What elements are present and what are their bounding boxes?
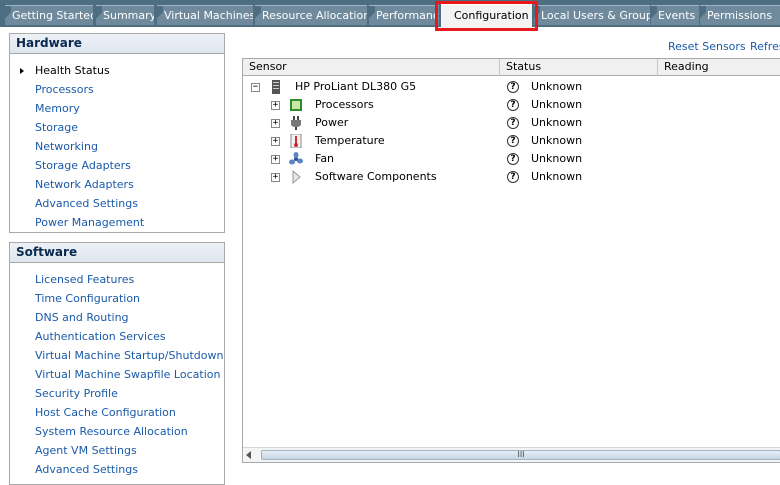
horizontal-scrollbar[interactable]: III [243, 447, 780, 462]
expand-icon[interactable]: + [271, 173, 280, 182]
software-item-time-configuration[interactable]: Time Configuration [35, 289, 224, 308]
sensor-row-processors[interactable]: + Processors ? Unknown [243, 96, 780, 114]
column-header-sensor[interactable]: Sensor [243, 59, 500, 76]
software-item-advanced-settings[interactable]: Advanced Settings [35, 460, 224, 479]
hardware-panel: Hardware Health Status Processors Memory… [9, 33, 225, 233]
expand-icon[interactable]: + [271, 155, 280, 164]
unknown-status-icon: ? [507, 171, 519, 183]
hardware-item-advanced-settings[interactable]: Advanced Settings [35, 194, 224, 213]
hardware-item-label: Health Status [35, 64, 110, 77]
tab-label: Getting Started [12, 9, 93, 22]
unknown-status-icon: ? [507, 81, 519, 93]
fan-icon [289, 152, 303, 166]
sensor-label: Fan [315, 152, 335, 165]
tab-label: Events [658, 9, 696, 22]
tab-performance[interactable]: Performance [369, 5, 439, 25]
sensor-status: Unknown [531, 98, 583, 111]
server-icon [269, 80, 283, 94]
tab-virtual-machines[interactable]: Virtual Machines [157, 5, 253, 25]
sensor-row-software-components[interactable]: + Software Components ? Unknown [243, 168, 780, 186]
sensor-label: Processors [315, 98, 374, 111]
expand-icon[interactable]: + [271, 101, 280, 110]
hardware-item-processors[interactable]: Processors [35, 80, 224, 99]
tab-resource-allocation[interactable]: Resource Allocation [255, 5, 367, 25]
sensor-label: Software Components [315, 170, 437, 183]
software-item-security-profile[interactable]: Security Profile [35, 384, 224, 403]
unknown-status-icon: ? [507, 99, 519, 111]
tab-local-users-groups[interactable]: Local Users & Groups [534, 5, 650, 25]
sensor-status: Unknown [531, 152, 583, 165]
tab-label: Resource Allocation [262, 9, 367, 22]
sensor-grid: Sensor Status Reading − HP ProLiant DL38… [242, 58, 780, 463]
hardware-item-network-adapters[interactable]: Network Adapters [35, 175, 224, 194]
sensor-label: HP ProLiant DL380 G5 [295, 80, 417, 93]
tab-summary[interactable]: Summary [96, 5, 154, 25]
hardware-item-power-management[interactable]: Power Management [35, 213, 224, 232]
sensor-status: Unknown [531, 80, 583, 93]
software-item-dns-and-routing[interactable]: DNS and Routing [35, 308, 224, 327]
sensor-label: Power [315, 116, 349, 129]
sensor-status: Unknown [531, 134, 583, 147]
software-item-authentication-services[interactable]: Authentication Services [35, 327, 224, 346]
software-heading: Software [10, 243, 224, 263]
software-list: Licensed Features Time Configuration DNS… [10, 263, 224, 479]
expand-icon[interactable]: + [271, 119, 280, 128]
sensor-row-fan[interactable]: + Fan ? Unknown [243, 150, 780, 168]
sensor-label: Temperature [315, 134, 385, 147]
column-header-reading[interactable]: Reading [658, 59, 780, 76]
tab-label: Summary [103, 9, 154, 22]
software-item-licensed-features[interactable]: Licensed Features [35, 270, 224, 289]
selected-arrow-icon [20, 68, 24, 74]
software-components-icon [289, 169, 303, 185]
sensor-status: Unknown [531, 116, 583, 129]
column-header-status[interactable]: Status [500, 59, 658, 76]
hardware-heading: Hardware [10, 34, 224, 54]
tab-permissions[interactable]: Permissions [700, 5, 780, 25]
unknown-status-icon: ? [507, 117, 519, 129]
reset-sensors-link[interactable]: Reset Sensors [668, 40, 746, 53]
hardware-item-networking[interactable]: Networking [35, 137, 224, 156]
tab-events[interactable]: Events [651, 5, 699, 25]
tab-getting-started[interactable]: Getting Started [5, 5, 93, 25]
software-item-vm-startup-shutdown[interactable]: Virtual Machine Startup/Shutdown [35, 346, 224, 365]
tab-label: Permissions [707, 9, 773, 22]
hardware-item-storage-adapters[interactable]: Storage Adapters [35, 156, 224, 175]
sensor-row-temperature[interactable]: + Temperature ? Unknown [243, 132, 780, 150]
sensor-status: Unknown [531, 170, 583, 183]
processor-icon [289, 98, 303, 112]
software-item-host-cache-configuration[interactable]: Host Cache Configuration [35, 403, 224, 422]
unknown-status-icon: ? [507, 135, 519, 147]
unknown-status-icon: ? [507, 153, 519, 165]
power-plug-icon [289, 116, 303, 130]
hardware-list: Health Status Processors Memory Storage … [10, 54, 224, 232]
scrollbar-thumb[interactable]: III [261, 450, 780, 460]
scroll-left-arrow-icon[interactable] [246, 451, 251, 459]
software-item-agent-vm-settings[interactable]: Agent VM Settings [35, 441, 224, 460]
tab-label: Performance [376, 9, 439, 22]
software-item-system-resource-allocation[interactable]: System Resource Allocation [35, 422, 224, 441]
grid-header: Sensor Status Reading [243, 59, 780, 76]
sensor-row-host[interactable]: − HP ProLiant DL380 G5 ? Unknown [243, 78, 780, 96]
software-panel: Software Licensed Features Time Configur… [9, 242, 225, 485]
software-item-vm-swapfile-location[interactable]: Virtual Machine Swapfile Location [35, 365, 224, 384]
thermometer-icon [289, 133, 303, 149]
hardware-item-memory[interactable]: Memory [35, 99, 224, 118]
collapse-icon[interactable]: − [251, 83, 260, 92]
refresh-link[interactable]: Refresh [750, 40, 780, 53]
tab-strip: Getting Started Summary Virtual Machines… [0, 0, 780, 28]
hardware-item-health-status[interactable]: Health Status [20, 61, 224, 80]
selection-highlight-box [435, 1, 538, 31]
sensor-row-power[interactable]: + Power ? Unknown [243, 114, 780, 132]
tab-label: Local Users & Groups [541, 9, 650, 22]
tab-label: Virtual Machines [164, 9, 253, 22]
hardware-item-storage[interactable]: Storage [35, 118, 224, 137]
expand-icon[interactable]: + [271, 137, 280, 146]
